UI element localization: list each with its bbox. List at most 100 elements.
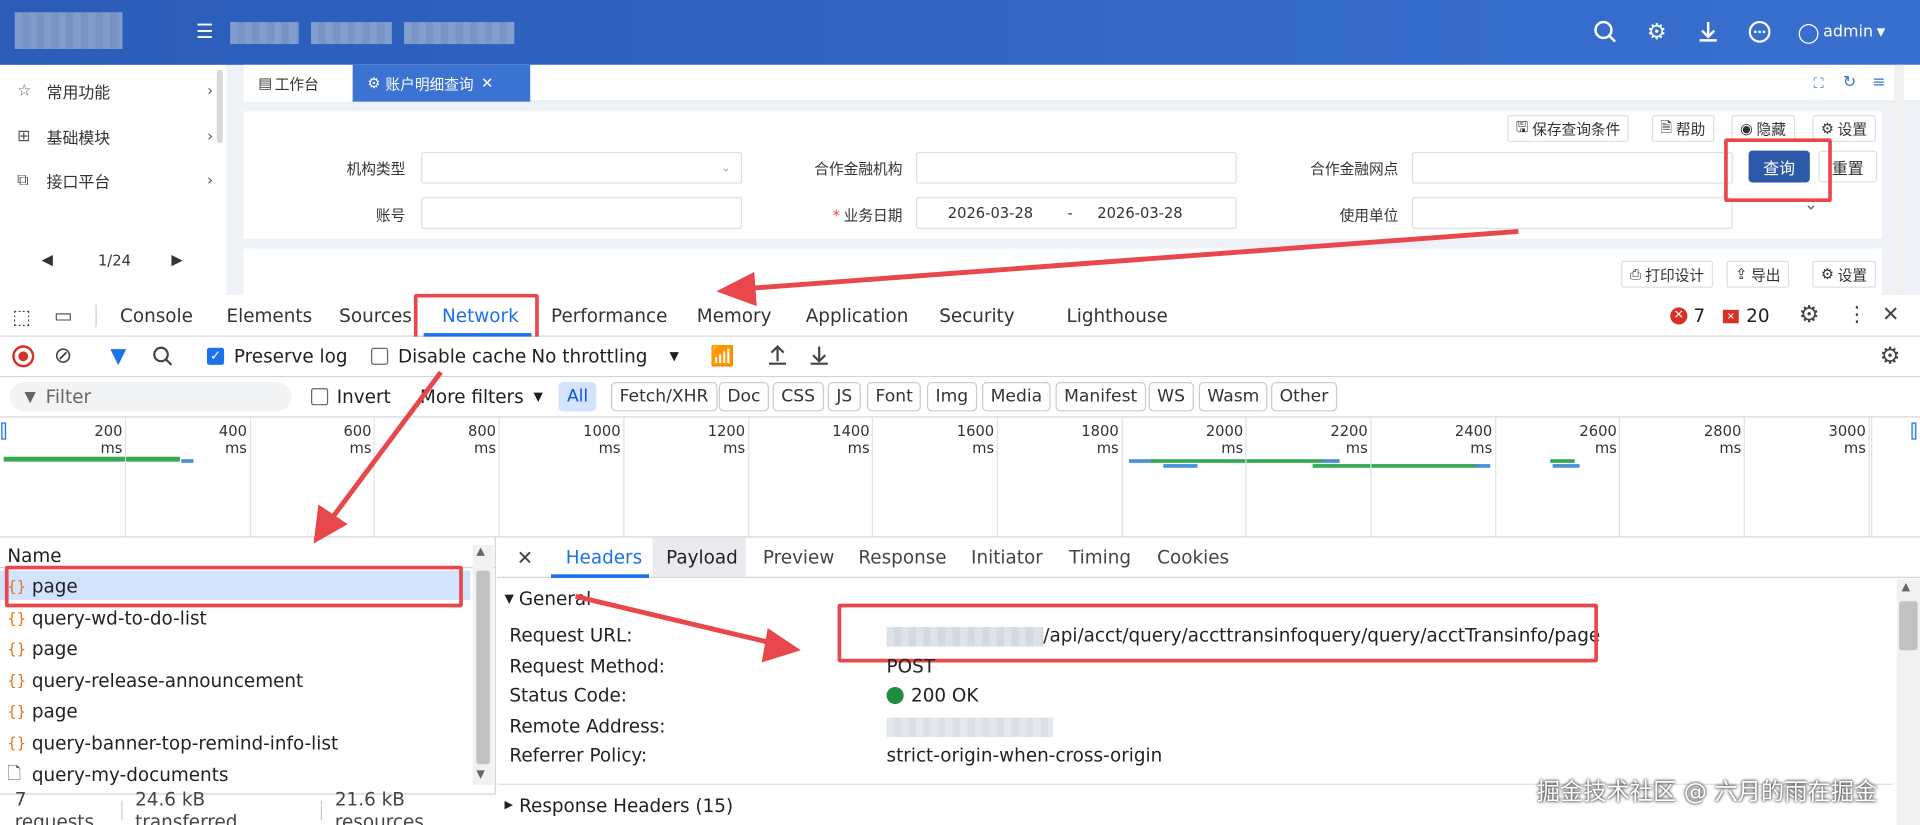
tab-console[interactable]: Console (120, 295, 193, 337)
record-icon[interactable] (12, 345, 35, 368)
overview-left-handle[interactable] (1, 422, 7, 440)
tab-preview[interactable]: Preview (763, 538, 834, 577)
sidebar-item-interface[interactable]: ⧉ 接口平台 › (17, 162, 213, 199)
close-detail-icon[interactable]: ✕ (517, 546, 533, 569)
request-row[interactable]: 🗋 query-my-documents (7, 760, 228, 789)
import-har-icon[interactable] (767, 344, 789, 371)
preserve-log-checkbox[interactable]: ✓ (206, 347, 225, 365)
tab-initiator[interactable]: Initiator (971, 538, 1043, 577)
chip-font[interactable]: Font (866, 382, 922, 412)
tab-account-detail[interactable]: ⚙ 账户明细查询 ✕ (352, 64, 531, 102)
filter-input[interactable]: ▼ Filter (9, 382, 292, 412)
network-conditions-icon[interactable]: 📶 (710, 344, 734, 367)
chip-fetch-xhr[interactable]: Fetch/XHR (611, 382, 717, 412)
pager-next-icon[interactable]: ▶ (171, 251, 182, 268)
tab-memory[interactable]: Memory (697, 295, 772, 337)
expand-icon[interactable]: ⌄ (1804, 195, 1818, 215)
response-headers-section[interactable]: ▶ Response Headers (15) (504, 795, 733, 817)
network-settings-icon[interactable]: ⚙ (1880, 343, 1901, 370)
partner-fi-input[interactable] (915, 151, 1237, 184)
detail-scrollbar-thumb[interactable] (1899, 601, 1918, 651)
using-unit-input[interactable] (1411, 197, 1733, 229)
chip-doc[interactable]: Doc (718, 382, 770, 412)
export-har-icon[interactable] (808, 344, 830, 371)
sidebar-scrollbar[interactable] (216, 69, 223, 144)
preserve-log-label[interactable]: Preserve log (234, 345, 348, 367)
inspect-element-icon[interactable]: ⬚ (12, 305, 31, 328)
request-row[interactable]: {} query-banner-top-remind-info-list (7, 729, 338, 758)
network-overview[interactable]: 200 ms 400 ms 600 ms 800 ms 1000 ms 1200 ms 14… (0, 417, 1920, 538)
chip-wasm[interactable]: Wasm (1198, 382, 1268, 412)
refresh-icon[interactable]: ↻ (1843, 73, 1856, 91)
clear-icon[interactable]: ⊘ (54, 343, 72, 369)
tab-sources[interactable]: Sources (339, 295, 412, 337)
print-design-button[interactable]: ⎙ 打印设计 (1621, 260, 1713, 288)
tab-workbench[interactable]: ▤ 工作台 (243, 64, 352, 102)
request-row[interactable]: {} page (7, 635, 77, 664)
org-type-select[interactable]: ⌄ (421, 151, 743, 184)
request-row[interactable]: {} page (7, 572, 77, 601)
request-row[interactable]: {} page (7, 697, 77, 726)
requests-scrollbar-thumb[interactable] (476, 570, 490, 765)
tab-timing[interactable]: Timing (1069, 538, 1131, 577)
user-menu[interactable]: ◯ admin ▼ (1798, 21, 1886, 44)
chip-other[interactable]: Other (1271, 382, 1337, 412)
search-icon[interactable] (1592, 20, 1619, 47)
disable-cache-checkbox[interactable] (371, 347, 389, 365)
sidebar-item-basic[interactable]: ⊞ 基础模块 › (17, 118, 213, 155)
message-icon[interactable] (1746, 20, 1773, 47)
scroll-up-icon[interactable]: ▲ (1902, 582, 1910, 594)
result-settings-button[interactable]: ⚙ 设置 (1812, 260, 1876, 288)
filter-icon[interactable]: ▼ (110, 344, 126, 368)
tab-performance[interactable]: Performance (551, 295, 667, 337)
name-column-header[interactable]: Name (7, 545, 61, 567)
overview-right-handle[interactable] (1911, 422, 1917, 440)
account-input[interactable] (421, 197, 743, 229)
close-icon[interactable]: ✕ (481, 75, 493, 92)
list-icon[interactable]: ≡ (1872, 73, 1885, 91)
warning-count[interactable]: ✕ 20 (1722, 305, 1770, 327)
scroll-up-icon[interactable]: ▲ (476, 546, 484, 558)
request-row[interactable]: {} query-release-announcement (7, 666, 303, 695)
chip-ws[interactable]: WS (1148, 382, 1194, 412)
date-from[interactable]: 2026-03-28 (948, 204, 1033, 221)
tab-lighthouse[interactable]: Lighthouse (1067, 295, 1168, 337)
devtools-settings-icon[interactable]: ⚙ (1799, 301, 1820, 328)
menu-toggle-icon[interactable]: ☰ (196, 20, 214, 43)
date-to[interactable]: 2026-03-28 (1097, 204, 1182, 221)
app-scrollbar[interactable] (1894, 64, 1905, 296)
tab-cookies[interactable]: Cookies (1157, 538, 1229, 577)
invert-label[interactable]: Invert (337, 386, 391, 408)
download-icon[interactable] (1695, 20, 1722, 47)
close-devtools-icon[interactable]: ✕ (1882, 302, 1899, 326)
chip-media[interactable]: Media (982, 382, 1051, 412)
chip-manifest[interactable]: Manifest (1055, 382, 1146, 412)
sidebar-item-common[interactable]: ☆ 常用功能 › (17, 72, 213, 109)
gear-icon[interactable]: ⚙ (1643, 20, 1670, 47)
partner-branch-input[interactable] (1411, 151, 1733, 184)
tab-application[interactable]: Application (806, 295, 909, 337)
throttling-select[interactable]: No throttling ▼ (531, 345, 678, 367)
scroll-down-icon[interactable]: ▼ (476, 769, 484, 781)
request-row[interactable]: {} query-wd-to-do-list (7, 603, 206, 632)
export-button[interactable]: ⇪ 导出 (1726, 260, 1790, 288)
invert-checkbox[interactable] (311, 388, 329, 406)
chip-img[interactable]: Img (926, 382, 977, 412)
help-button[interactable]: 🗎 帮助 (1651, 115, 1714, 143)
fullscreen-icon[interactable]: ⛶ (1813, 75, 1823, 93)
disable-cache-label[interactable]: Disable cache (398, 345, 526, 367)
save-query-button[interactable]: 🖫 保存查询条件 (1507, 115, 1629, 143)
tab-payload[interactable]: Payload (666, 538, 738, 577)
chip-js[interactable]: JS (827, 382, 861, 412)
device-toolbar-icon[interactable]: ▭ (54, 304, 73, 327)
biz-date-range[interactable]: 2026-03-28 - 2026-03-28 (915, 197, 1237, 229)
pager-prev-icon[interactable]: ◀ (42, 251, 53, 268)
chip-css[interactable]: CSS (772, 382, 824, 412)
more-options-icon[interactable]: ⋮ (1847, 302, 1868, 326)
general-section-header[interactable]: ▼ General (504, 588, 591, 610)
tab-security[interactable]: Security (939, 295, 1014, 337)
more-filters-dropdown[interactable]: More filters ▼ (420, 386, 543, 408)
error-count[interactable]: ✕ 7 (1670, 305, 1705, 327)
chip-all[interactable]: All (558, 382, 597, 412)
search-icon[interactable] (152, 345, 174, 372)
